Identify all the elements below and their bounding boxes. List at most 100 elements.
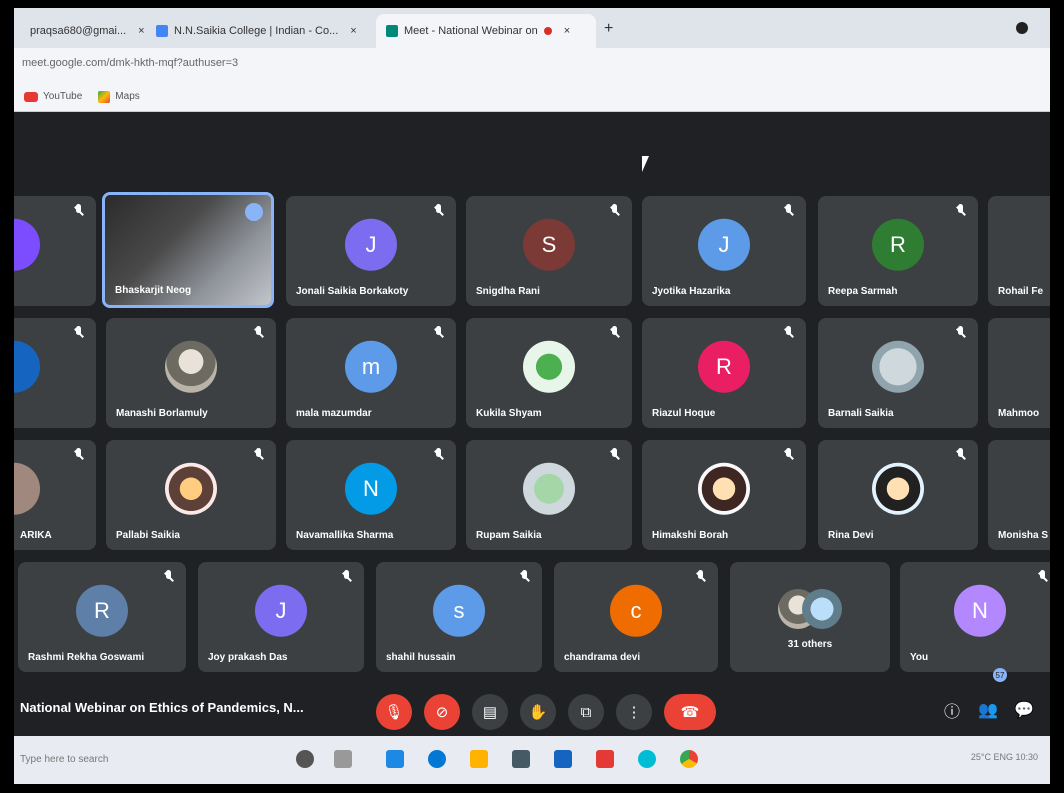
participant-tile[interactable]: Rina Devi [818,440,978,550]
participant-tile[interactable]: J Jyotika Hazarika [642,196,806,306]
present-icon: ⧉ [580,703,592,721]
present-button[interactable]: ⧉ [568,694,604,730]
close-icon[interactable]: × [138,25,144,37]
participant-name: Rupam Saikia [476,530,542,541]
avatar: J [255,584,307,637]
camera-toggle-button[interactable]: ⊘ [424,694,460,730]
task-view-icon[interactable] [334,750,352,768]
page-icon [156,25,168,37]
participant-grid: Bhaskarjit Neog J Jonali Saikia Borkakot… [14,112,1050,684]
self-tile[interactable]: N You [900,562,1050,672]
mic-off-icon [72,326,86,340]
people-button[interactable]: 👥 [976,698,1000,722]
participant-tile[interactable]: J Joy prakash Das [198,562,364,672]
participant-tile[interactable]: Barnali Saikia [818,318,978,428]
mic-off-icon [954,326,968,340]
participant-name: Bhaskarjit Neog [115,285,192,296]
chrome-icon[interactable] [680,750,698,768]
participant-tile[interactable]: R Riazul Hoque [642,318,806,428]
others-count: 31 others [787,639,833,650]
cortana-icon[interactable] [296,750,314,768]
office-icon[interactable] [596,750,614,768]
participant-tile-speaking[interactable]: Bhaskarjit Neog [102,192,274,308]
avatar: c [610,584,662,637]
edge-icon[interactable] [428,750,446,768]
captions-button[interactable]: ▤ [472,694,508,730]
speaking-icon [245,203,263,221]
participant-name: You [910,652,929,663]
screen: praqsa680@gmai... × N.N.Saikia College |… [14,8,1050,784]
participant-name: Barnali Saikia [828,408,894,419]
taskbar-search-input[interactable]: Type here to search [14,748,274,772]
participant-tile[interactable]: Monisha S [988,440,1050,550]
participant-tile[interactable]: Pallabi Saikia [106,440,276,550]
meet-control-bar: National Webinar on Ethics of Pandemics,… [14,684,1050,736]
new-tab-button[interactable]: + [604,20,613,38]
participant-name: Rashmi Rekha Goswami [28,652,145,663]
more-options-button[interactable]: ⋮ [616,694,652,730]
participant-tile[interactable] [14,196,96,306]
tab-meet[interactable]: Meet - National Webinar on × [376,14,596,48]
participant-tile[interactable]: Kukila Shyam [466,318,632,428]
mic-off-icon [1036,570,1050,584]
tab-gmail[interactable]: praqsa680@gmai... × [14,14,145,48]
leave-call-button[interactable]: ☎ [664,694,716,730]
participant-tile[interactable]: J Jonali Saikia Borkakoty [286,196,456,306]
url-text[interactable]: meet.google.com/dmk-hkth-mqf?authuser=3 [22,57,238,69]
participant-tile[interactable]: ARIKA [14,440,96,550]
system-tray[interactable]: 25°C ENG 10:30 [971,752,1038,762]
participant-tile[interactable]: S Snigdha Rani [466,196,632,306]
avatar: R [872,218,924,271]
address-bar[interactable]: meet.google.com/dmk-hkth-mqf?authuser=3 [14,48,1050,82]
participant-tile[interactable]: Rohail Fe [988,196,1050,306]
close-icon[interactable]: × [350,25,356,37]
tab-college-label: N.N.Saikia College | Indian - Co... [174,25,339,37]
mic-off-icon [518,570,532,584]
participant-tile[interactable]: c chandrama devi [554,562,718,672]
participant-tile[interactable]: Himakshi Borah [642,440,806,550]
participant-tile[interactable]: s shahil hussain [376,562,542,672]
store-icon[interactable] [512,750,530,768]
participant-tile[interactable] [14,318,96,428]
photo-frame: praqsa680@gmai... × N.N.Saikia College |… [0,0,1064,793]
mic-off-icon [432,326,446,340]
mic-off-icon [432,448,446,462]
mic-off-icon [782,448,796,462]
camera-off-icon: ⊘ [435,704,449,721]
avatar: R [76,584,128,637]
mic-toggle-button[interactable]: 🎙 [376,694,412,730]
avatar-photo [165,462,217,515]
close-icon[interactable]: × [564,25,570,37]
avatar: m [345,340,397,393]
bookmark-youtube[interactable]: YouTube [24,91,82,102]
tab-college[interactable]: N.N.Saikia College | Indian - Co... × [146,14,372,48]
mail-icon[interactable] [554,750,572,768]
participant-name: shahil hussain [386,652,456,663]
chat-button[interactable]: 💬 [1012,698,1036,722]
participant-tile[interactable]: N Navamallika Sharma [286,440,456,550]
participant-tile[interactable]: R Reepa Sarmah [818,196,978,306]
participant-tile[interactable]: Mahmoo [988,318,1050,428]
youtube-icon [24,91,38,102]
participant-tile[interactable]: Manashi Borlamuly [106,318,276,428]
mic-off-icon [954,204,968,218]
folder-icon[interactable] [470,750,488,768]
participant-name: Jonali Saikia Borkakoty [296,286,409,297]
participant-count-badge: 57 [993,668,1007,682]
mic-off-icon [694,570,708,584]
profile-icon[interactable] [1016,22,1028,34]
windows-icon[interactable] [386,750,404,768]
participant-name: mala mazumdar [296,408,372,419]
raise-hand-button[interactable]: ✋ [520,694,556,730]
avatar: J [698,218,750,271]
maps-icon [98,90,111,103]
bookmark-maps[interactable]: Maps [98,90,140,103]
others-tile[interactable]: 31 others [730,562,890,672]
skype-icon[interactable] [638,750,656,768]
participant-tile[interactable]: Rupam Saikia [466,440,632,550]
participant-name: chandrama devi [564,652,641,663]
mic-off-icon [340,570,354,584]
meeting-details-button[interactable]: ⓘ [940,698,964,722]
participant-tile[interactable]: m mala mazumdar [286,318,456,428]
participant-tile[interactable]: R Rashmi Rekha Goswami [18,562,186,672]
